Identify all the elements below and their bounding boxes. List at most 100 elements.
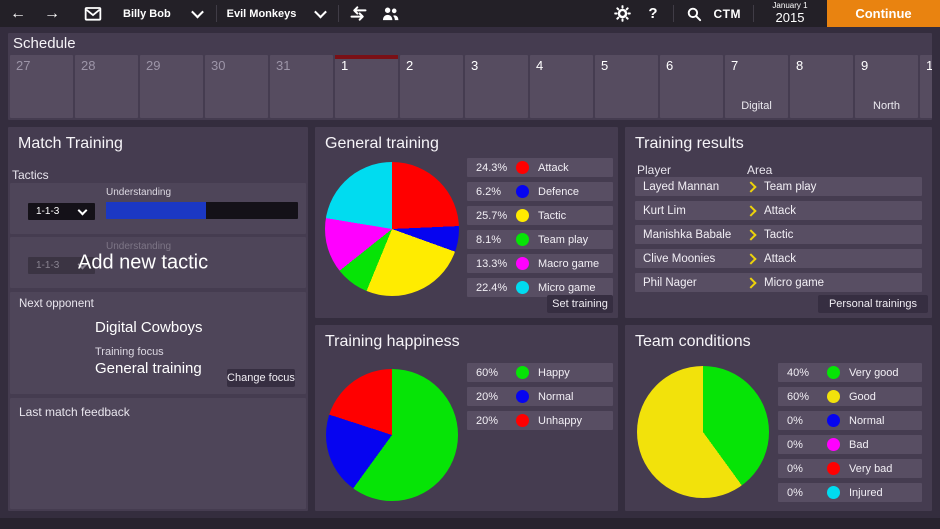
- calendar-day[interactable]: 9 North: [855, 55, 918, 118]
- legend-color-dot-icon: [516, 233, 529, 246]
- calendar-day-number: 3: [471, 58, 478, 73]
- calendar-day-number: 7: [731, 58, 738, 73]
- table-row[interactable]: Clive MooniesAttack: [635, 249, 922, 268]
- legend-color-dot-icon: [516, 414, 529, 427]
- table-row[interactable]: Layed MannanTeam play: [635, 177, 922, 196]
- calendar-day-number: 9: [861, 58, 868, 73]
- tactic-select[interactable]: 1-1-3: [28, 203, 95, 220]
- legend-percentage: 20%: [467, 415, 516, 427]
- legend-label: Tactic: [538, 210, 566, 222]
- calendar-day[interactable]: 8: [790, 55, 853, 118]
- calendar-day[interactable]: 28: [75, 55, 138, 118]
- legend-row: 0%Bad: [778, 435, 922, 454]
- calendar-day[interactable]: 5: [595, 55, 658, 118]
- calendar-day-number: 8: [796, 58, 803, 73]
- user-name[interactable]: Billy Bob: [123, 8, 171, 20]
- training-happiness-title: Training happiness: [325, 333, 460, 351]
- understanding-progress: [106, 202, 298, 219]
- training-focus-value: General training: [95, 360, 202, 377]
- game-date-line2: 2015: [762, 11, 818, 25]
- help-icon[interactable]: ?: [648, 5, 657, 22]
- training-happiness-panel: Training happiness 60%Happy20%Normal20%U…: [315, 325, 618, 511]
- training-area: Attack: [764, 205, 796, 217]
- legend-color-dot-icon: [516, 257, 529, 270]
- chevron-down-icon[interactable]: [191, 6, 204, 19]
- legend-percentage: 40%: [778, 367, 827, 379]
- legend-label: Team play: [538, 234, 588, 246]
- calendar-day[interactable]: 27: [10, 55, 73, 118]
- personal-trainings-button[interactable]: Personal trainings: [818, 295, 928, 313]
- legend-label: Unhappy: [538, 415, 582, 427]
- results-column-headers: Player Area: [637, 163, 917, 177]
- team-roster-icon[interactable]: [381, 5, 400, 22]
- table-row[interactable]: Manishka BabaleTactic: [635, 225, 922, 244]
- calendar-day-event: North: [855, 100, 918, 112]
- transfer-arrows-icon[interactable]: [349, 5, 368, 22]
- change-focus-button[interactable]: Change focus: [227, 369, 295, 387]
- add-new-tactic-box[interactable]: Understanding 1-1-3 Add new tactic: [10, 237, 306, 288]
- legend-row: 0% Normal: [778, 411, 922, 430]
- calendar-day[interactable]: 7Digital: [725, 55, 788, 118]
- search-icon[interactable]: [686, 6, 702, 22]
- game-date: January 1 2015: [762, 2, 818, 25]
- legend-row: 8.1% Team play: [467, 230, 613, 249]
- calendar-day[interactable]: 10: [920, 55, 932, 118]
- team-name[interactable]: Evil Monkeys: [227, 8, 297, 20]
- table-row[interactable]: Phil NagerMicro game: [635, 273, 922, 292]
- add-new-tactic-label[interactable]: Add new tactic: [78, 251, 208, 274]
- mail-icon[interactable]: [84, 6, 102, 22]
- calendar-day[interactable]: 31: [270, 55, 333, 118]
- legend-row: 20%Normal: [467, 387, 613, 406]
- calendar-day-number: 10: [926, 58, 932, 73]
- legend-label: Bad: [849, 439, 869, 451]
- calendar-day[interactable]: 2: [400, 55, 463, 118]
- last-match-feedback-box: Last match feedback: [10, 398, 306, 509]
- calendar-day-number: 1: [341, 58, 348, 73]
- legend-row: 40%Very good: [778, 363, 922, 382]
- calendar-day-number: 30: [211, 58, 225, 73]
- legend-label: Micro game: [538, 282, 595, 294]
- chevron-right-icon: [745, 253, 756, 264]
- schedule-title: Schedule: [13, 35, 76, 52]
- training-happiness-legend: 60%Happy20%Normal20%Unhappy: [467, 363, 613, 430]
- legend-percentage: 0%: [778, 415, 827, 427]
- legend-percentage: 8.1%: [467, 234, 516, 246]
- legend-percentage: 60%: [467, 367, 516, 379]
- legend-label: Good: [849, 391, 876, 403]
- legend-percentage: 22.4%: [467, 282, 516, 294]
- app-logo[interactable]: CTM: [714, 7, 742, 21]
- calendar-day[interactable]: 30: [205, 55, 268, 118]
- set-training-button[interactable]: Set training: [547, 295, 613, 313]
- player-name: Layed Mannan: [635, 181, 747, 193]
- legend-percentage: 6.2%: [467, 186, 516, 198]
- calendar-day[interactable]: 1: [335, 55, 398, 118]
- table-row[interactable]: Kurt LimAttack: [635, 201, 922, 220]
- back-arrow-icon[interactable]: ←: [10, 6, 26, 22]
- legend-color-dot-icon: [827, 366, 840, 379]
- legend-color-dot-icon: [516, 161, 529, 174]
- team-conditions-pie-chart: [637, 366, 769, 498]
- training-happiness-pie-chart: [326, 369, 458, 501]
- match-training-panel: Match Training Tactics Understanding 1-1…: [8, 127, 308, 511]
- gear-icon[interactable]: [614, 5, 631, 22]
- legend-label: Defence: [538, 186, 579, 198]
- legend-color-dot-icon: [827, 462, 840, 475]
- legend-label: Attack: [538, 162, 569, 174]
- calendar-day[interactable]: 3: [465, 55, 528, 118]
- chevron-right-icon: [745, 205, 756, 216]
- legend-label: Normal: [538, 391, 573, 403]
- forward-arrow-icon[interactable]: →: [44, 6, 60, 22]
- ghost-tactic-value: 1-1-3: [28, 260, 79, 271]
- continue-button[interactable]: Continue: [827, 0, 940, 27]
- calendar-day[interactable]: 6: [660, 55, 723, 118]
- training-results-panel: Training results Player Area Layed Manna…: [625, 127, 932, 318]
- match-training-title: Match Training: [18, 135, 123, 153]
- legend-percentage: 0%: [778, 463, 827, 475]
- calendar-day[interactable]: 4: [530, 55, 593, 118]
- schedule-panel: Schedule 272829 30 31 1 23 4567Digital 8 9 North…: [8, 33, 932, 120]
- player-name: Manishka Babale: [635, 229, 747, 241]
- bottom-bar: [0, 518, 940, 529]
- chevron-down-icon[interactable]: [315, 6, 328, 19]
- calendar-day[interactable]: 29: [140, 55, 203, 118]
- legend-label: Normal: [849, 415, 884, 427]
